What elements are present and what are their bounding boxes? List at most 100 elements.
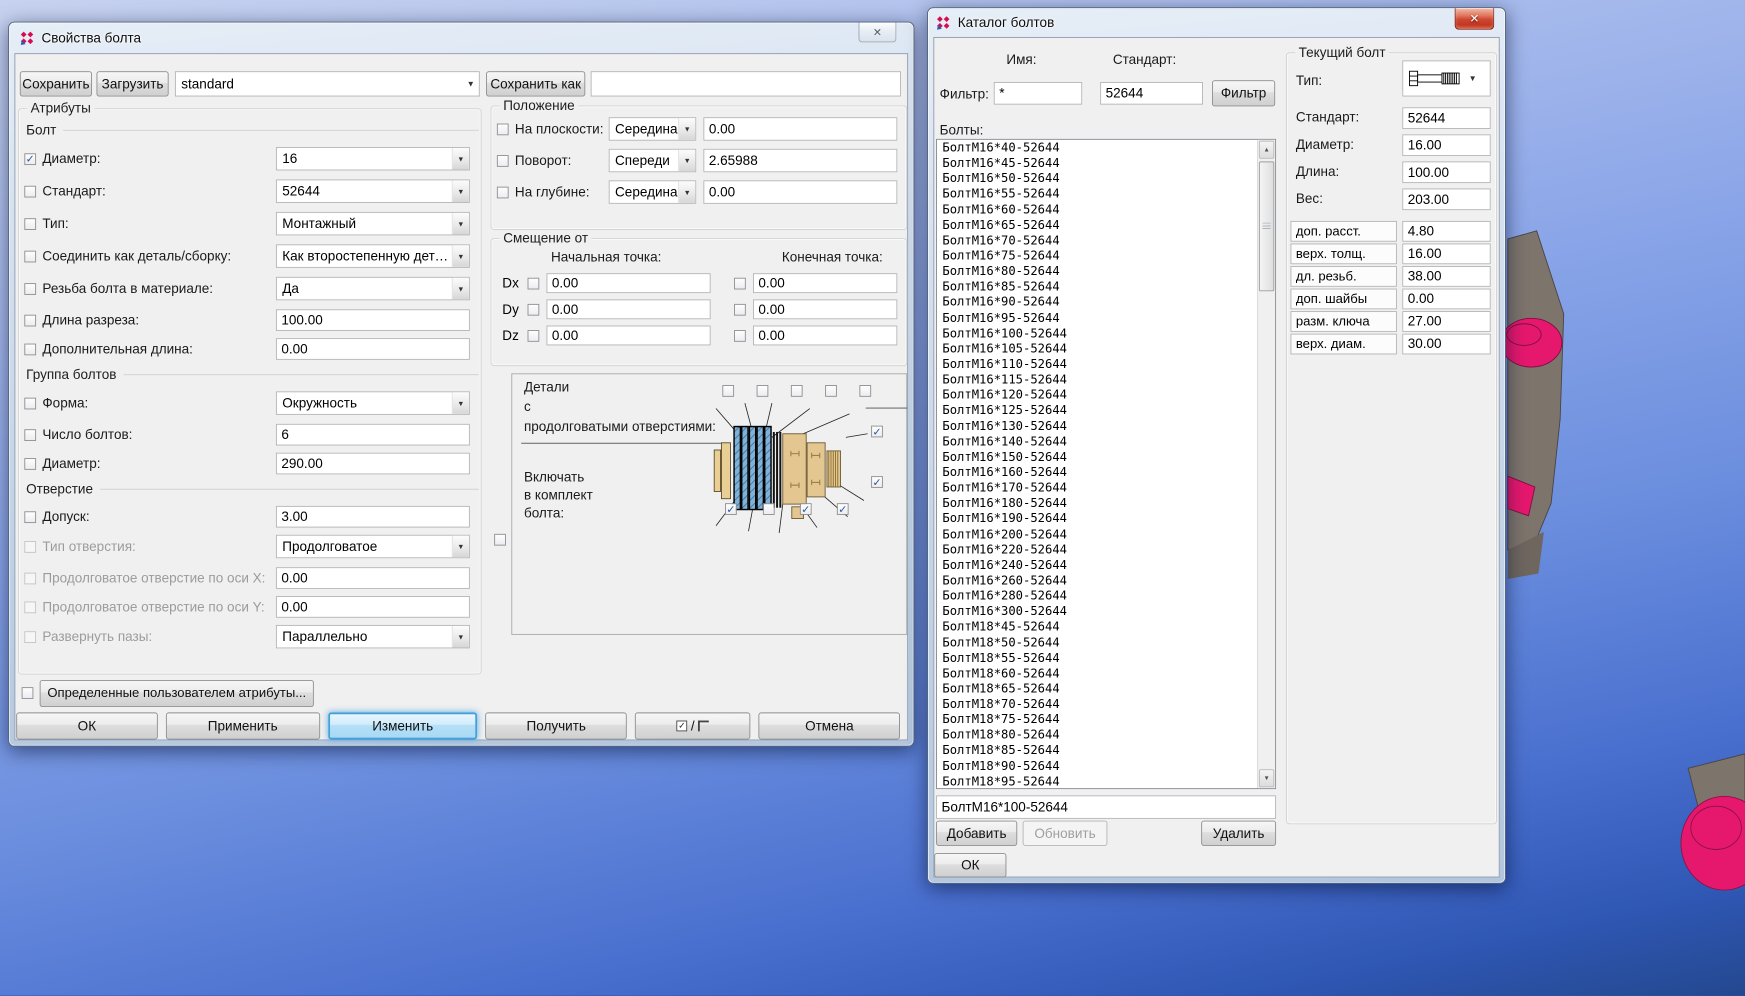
bolt-list[interactable]: БолтМ16*40-52644БолтМ16*45-52644БолтМ16*… bbox=[936, 139, 1276, 789]
slotted-part-checkbox-3[interactable] bbox=[791, 385, 803, 397]
row-checkbox[interactable] bbox=[24, 601, 36, 613]
row-checkbox[interactable] bbox=[24, 511, 36, 523]
include-in-assembly-checkbox-4[interactable]: ✓ bbox=[837, 503, 849, 515]
filter-name-input[interactable]: * bbox=[994, 82, 1082, 105]
toggle-all-checkboxes-button[interactable]: ✓ / bbox=[635, 712, 751, 739]
3d-model-bolt[interactable] bbox=[1497, 216, 1745, 937]
scroll-up-button[interactable]: ▲ bbox=[1259, 141, 1274, 159]
offset-start-input[interactable]: 0.00 bbox=[546, 326, 710, 346]
bolt-list-item[interactable]: БолтМ16*300-52644 bbox=[937, 604, 1257, 619]
position-checkbox[interactable] bbox=[497, 123, 509, 135]
include-in-assembly-checkbox-3[interactable]: ✓ bbox=[800, 503, 812, 515]
row-combo[interactable]: 52644▼ bbox=[276, 179, 470, 202]
current-bolt-value[interactable]: 16.00 bbox=[1402, 134, 1490, 156]
position-value-input[interactable]: 0.00 bbox=[703, 117, 897, 140]
offset-start-input[interactable]: 0.00 bbox=[546, 273, 710, 293]
bolt-list-item[interactable]: БолтМ16*170-52644 bbox=[937, 481, 1257, 496]
row-checkbox[interactable]: ✓ bbox=[24, 153, 36, 165]
param-value[interactable]: 0.00 bbox=[1402, 289, 1490, 310]
bolt-list-item[interactable]: БолтМ16*125-52644 bbox=[937, 403, 1257, 418]
row-checkbox[interactable] bbox=[24, 283, 36, 295]
offset-start-checkbox[interactable] bbox=[528, 303, 540, 315]
details-extra-checkbox[interactable] bbox=[494, 534, 506, 546]
include-in-assembly-checkbox-2[interactable] bbox=[763, 503, 775, 515]
bolt-list-item[interactable]: БолтМ18*75-52644 bbox=[937, 713, 1257, 728]
current-bolt-value[interactable]: 203.00 bbox=[1402, 188, 1490, 210]
bolt-list-item[interactable]: БолтМ16*130-52644 bbox=[937, 419, 1257, 434]
bolt-list-item[interactable]: БолтМ18*85-52644 bbox=[937, 744, 1257, 759]
titlebar-bolt-catalog[interactable]: Каталог болтов bbox=[928, 8, 1505, 37]
offset-start-checkbox[interactable] bbox=[528, 330, 540, 342]
bolt-list-item[interactable]: БолтМ16*105-52644 bbox=[937, 342, 1257, 357]
bolt-list-item[interactable]: БолтМ16*180-52644 bbox=[937, 496, 1257, 511]
catalog-ok-button[interactable]: ОК bbox=[934, 853, 1006, 877]
uda-button[interactable]: Определенные пользователем атрибуты... bbox=[40, 680, 314, 707]
slotted-side-checkbox-2[interactable]: ✓ bbox=[871, 476, 883, 488]
bolt-list-item[interactable]: БолтМ18*60-52644 bbox=[937, 666, 1257, 681]
row-input[interactable]: 0.00 bbox=[276, 338, 470, 360]
bolt-list-item[interactable]: БолтМ16*280-52644 bbox=[937, 589, 1257, 604]
bolt-list-item[interactable]: БолтМ16*85-52644 bbox=[937, 280, 1257, 295]
modify-button[interactable]: Изменить bbox=[328, 712, 478, 739]
bolt-list-item[interactable]: БолтМ16*110-52644 bbox=[937, 357, 1257, 372]
close-button[interactable]: ✕ bbox=[1455, 8, 1495, 30]
param-value[interactable]: 38.00 bbox=[1402, 266, 1490, 287]
bolt-list-item[interactable]: БолтМ16*55-52644 bbox=[937, 187, 1257, 202]
bolt-list-item[interactable]: БолтМ18*65-52644 bbox=[937, 682, 1257, 697]
bolt-list-item[interactable]: БолтМ16*90-52644 bbox=[937, 295, 1257, 310]
bolt-list-item[interactable]: БолтМ16*190-52644 bbox=[937, 512, 1257, 527]
bolt-list-item[interactable]: БолтМ18*50-52644 bbox=[937, 635, 1257, 650]
bolt-list-item[interactable]: БолтМ16*200-52644 bbox=[937, 527, 1257, 542]
bolt-list-item[interactable]: БолтМ18*70-52644 bbox=[937, 697, 1257, 712]
offset-end-input[interactable]: 0.00 bbox=[753, 273, 897, 293]
bolt-list-item[interactable]: БолтМ16*70-52644 bbox=[937, 233, 1257, 248]
row-input[interactable]: 0.00 bbox=[276, 596, 470, 618]
save-as-button[interactable]: Сохранить как bbox=[486, 71, 585, 96]
offset-end-input[interactable]: 0.00 bbox=[753, 326, 897, 346]
close-button[interactable]: ✕ bbox=[859, 23, 897, 43]
row-input[interactable]: 3.00 bbox=[276, 506, 470, 528]
row-checkbox[interactable] bbox=[24, 314, 36, 326]
row-checkbox[interactable] bbox=[24, 429, 36, 441]
row-checkbox[interactable] bbox=[24, 458, 36, 470]
bolt-list-item[interactable]: БолтМ18*45-52644 bbox=[937, 620, 1257, 635]
position-mode-combo[interactable]: Спереди▼ bbox=[609, 149, 696, 172]
bolt-list-item[interactable]: БолтМ18*90-52644 bbox=[937, 759, 1257, 774]
include-in-assembly-checkbox-1[interactable]: ✓ bbox=[725, 503, 737, 515]
row-checkbox[interactable] bbox=[24, 218, 36, 230]
row-combo[interactable]: Да▼ bbox=[276, 277, 470, 300]
scrollbar-thumb[interactable] bbox=[1259, 161, 1274, 291]
position-value-input[interactable]: 2.65988 bbox=[703, 149, 897, 172]
add-button[interactable]: Добавить bbox=[936, 821, 1017, 846]
bolt-list-item[interactable]: БолтМ18*80-52644 bbox=[937, 728, 1257, 743]
apply-button[interactable]: Применить bbox=[166, 712, 320, 739]
profile-combo[interactable]: standard ▼ bbox=[175, 71, 480, 96]
row-combo[interactable]: 16▼ bbox=[276, 147, 470, 170]
bolt-list-item[interactable]: БолтМ18*55-52644 bbox=[937, 651, 1257, 666]
row-checkbox[interactable] bbox=[24, 541, 36, 553]
save-as-input[interactable] bbox=[591, 71, 901, 96]
current-bolt-value[interactable]: 100.00 bbox=[1402, 161, 1490, 183]
load-button[interactable]: Загрузить bbox=[96, 71, 168, 96]
param-value[interactable]: 16.00 bbox=[1402, 243, 1490, 264]
update-button[interactable]: Обновить bbox=[1023, 821, 1108, 846]
bolt-list-item[interactable]: БолтМ16*260-52644 bbox=[937, 573, 1257, 588]
row-checkbox[interactable] bbox=[24, 250, 36, 262]
bolt-list-item[interactable]: БолтМ16*95-52644 bbox=[937, 311, 1257, 326]
bolt-list-item[interactable]: БолтМ16*240-52644 bbox=[937, 558, 1257, 573]
current-bolt-value[interactable]: 52644 bbox=[1402, 107, 1490, 129]
bolt-list-item[interactable]: БолтМ16*100-52644 bbox=[937, 326, 1257, 341]
row-combo[interactable]: Параллельно▼ bbox=[276, 625, 470, 648]
row-input[interactable]: 100.00 bbox=[276, 309, 470, 331]
bolt-list-item[interactable]: БолтМ16*150-52644 bbox=[937, 450, 1257, 465]
row-input[interactable]: 290.00 bbox=[276, 453, 470, 475]
cancel-button[interactable]: Отмена bbox=[759, 712, 900, 739]
offset-end-checkbox[interactable] bbox=[734, 277, 746, 289]
row-checkbox[interactable] bbox=[24, 343, 36, 355]
bolt-list-item[interactable]: БолтМ16*45-52644 bbox=[937, 156, 1257, 171]
row-input[interactable]: 0.00 bbox=[276, 567, 470, 589]
position-mode-combo[interactable]: Середина▼ bbox=[609, 180, 696, 203]
param-value[interactable]: 4.80 bbox=[1402, 221, 1490, 242]
ok-button[interactable]: ОК bbox=[16, 712, 157, 739]
position-mode-combo[interactable]: Середина▼ bbox=[609, 117, 696, 140]
